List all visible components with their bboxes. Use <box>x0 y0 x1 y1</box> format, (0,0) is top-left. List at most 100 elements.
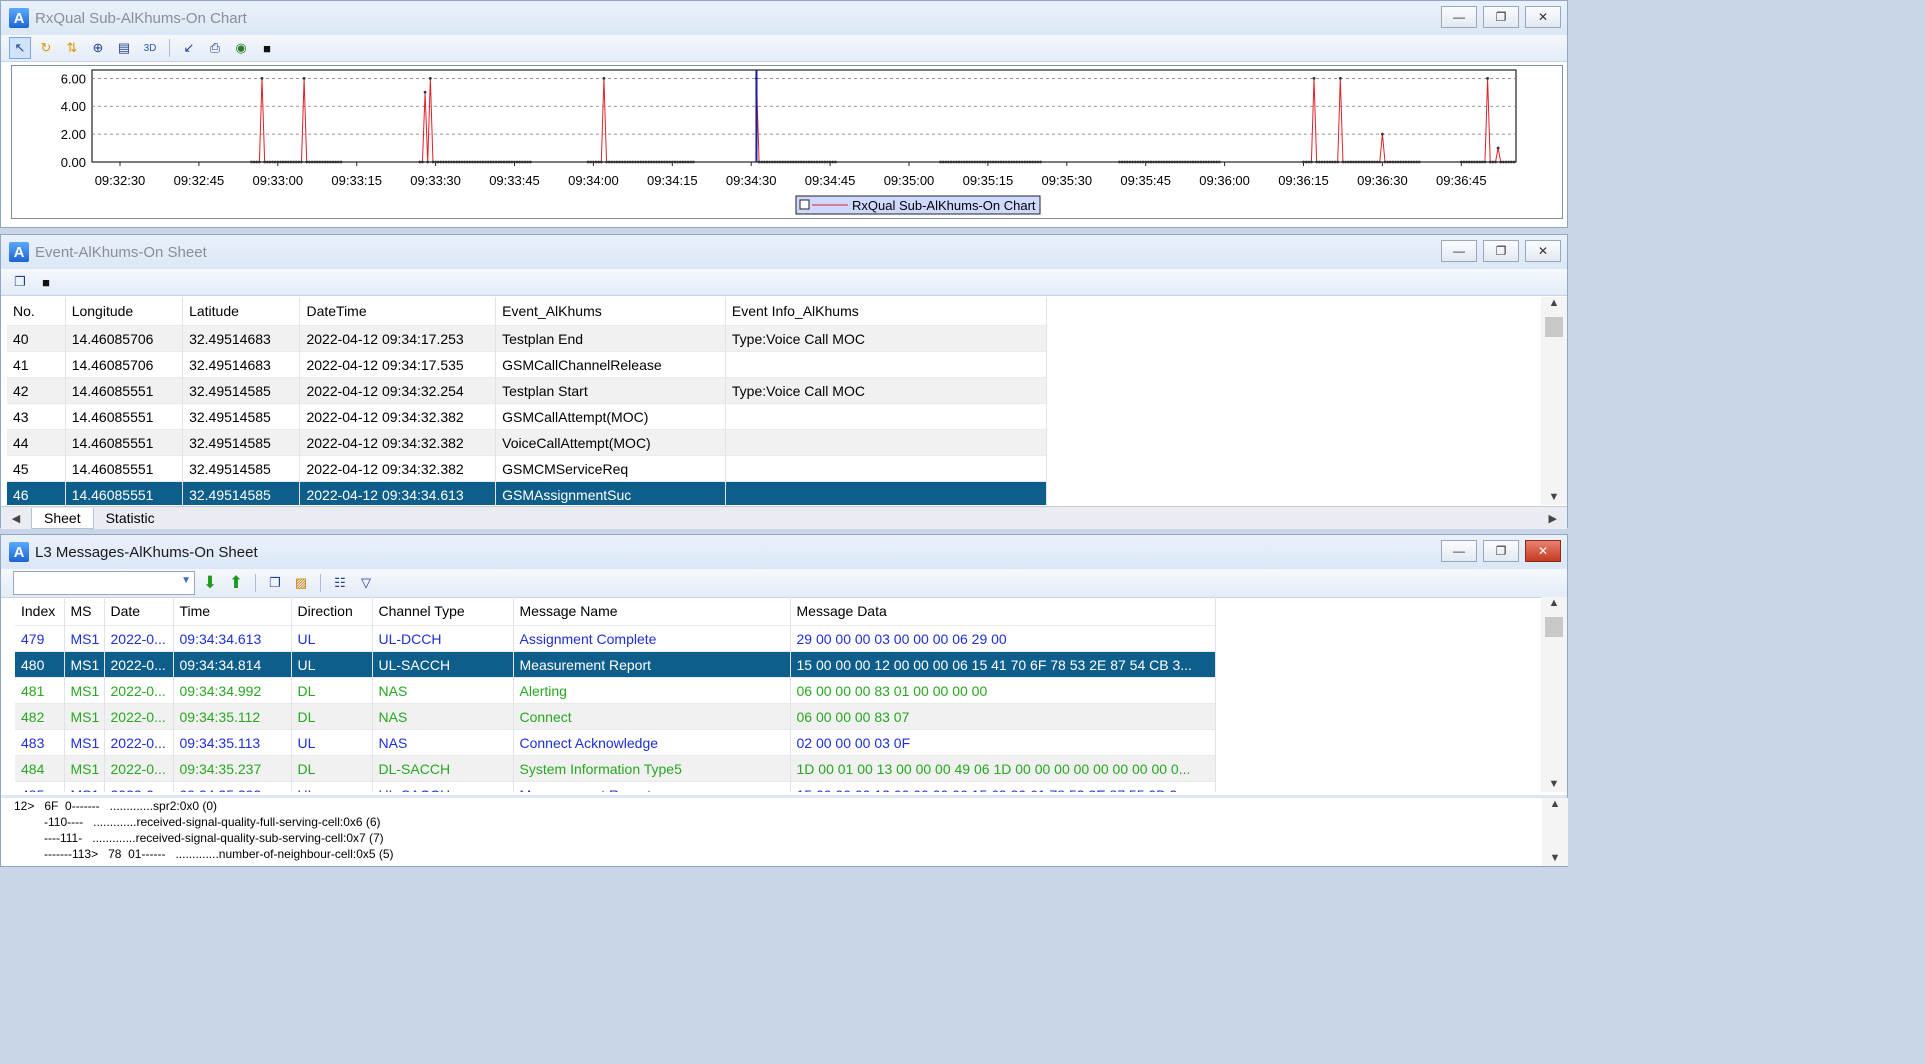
column-header[interactable]: Index <box>15 597 65 626</box>
table-row[interactable]: 41 14.46085706 32.49514683 2022-04-12 09:34… <box>7 351 1048 378</box>
chart-window-titlebar[interactable]: A RxQual Sub-AlKhums-On Chart — ❐ ✕ <box>1 1 1567 35</box>
cell-ch: UL-SACCH <box>372 781 514 792</box>
table-row[interactable]: 44 14.46085551 32.49514585 2022-04-12 09:34… <box>7 429 1048 456</box>
column-header[interactable]: No. <box>7 297 66 326</box>
x-tick-label: 09:36:00 <box>1199 173 1250 188</box>
message-decode-pane[interactable]: 12> 6F 0------- .............spr2:0x0 (0… <box>14 798 1534 866</box>
cell-ch: UL-SACCH <box>372 651 514 678</box>
column-header[interactable]: MS <box>64 597 105 626</box>
pointer-icon[interactable]: ↖ <box>9 37 31 59</box>
table-row[interactable]: 482 MS1 2022-0... 09:34:35.112 DL NAS Connect 0… <box>15 703 1216 730</box>
arrow-down-icon[interactable]: ⬇ <box>199 572 221 594</box>
arrow-up-icon[interactable]: ⬆ <box>225 572 247 594</box>
table-row[interactable]: 43 14.46085551 32.49514585 2022-04-12 09:34… <box>7 403 1048 430</box>
column-header[interactable]: DateTime <box>299 297 497 326</box>
export-icon[interactable]: ▨ <box>290 572 312 594</box>
data-point <box>1486 76 1489 80</box>
scroll-thumb[interactable] <box>1545 617 1563 637</box>
table-row[interactable]: 483 MS1 2022-0... 09:34:35.113 UL NAS Connect … <box>15 729 1216 756</box>
close-button[interactable]: ✕ <box>1525 540 1561 562</box>
scroll-up-icon[interactable]: ▲ <box>1541 297 1567 309</box>
x-tick-label: 09:33:30 <box>410 173 461 188</box>
table-row[interactable]: 480 MS1 2022-0... 09:34:34.814 UL UL-SACCH Mea… <box>15 651 1216 678</box>
minimize-button[interactable]: — <box>1441 540 1477 562</box>
x-tick-label: 09:32:30 <box>95 173 146 188</box>
tab-statistic[interactable]: Statistic <box>94 508 167 528</box>
save-icon[interactable]: ■ <box>256 37 278 59</box>
column-header[interactable]: Message Data <box>790 597 1216 626</box>
data-point <box>1491 160 1495 164</box>
cell-info <box>725 429 1048 456</box>
scroll-thumb[interactable] <box>1545 317 1563 337</box>
column-header[interactable]: Event Info_AlKhums <box>725 297 1048 326</box>
copy-icon[interactable]: ❐ <box>9 271 31 293</box>
print-icon[interactable]: ⎙ <box>204 37 226 59</box>
zoom-in-icon[interactable]: ⊕ <box>87 37 109 59</box>
l3-window-titlebar[interactable]: A L3 Messages-AlKhums-On Sheet — ❐ ✕ <box>1 535 1567 569</box>
chart-props-icon[interactable]: ↙ <box>178 37 200 59</box>
maximize-button[interactable]: ❐ <box>1483 540 1519 562</box>
minimize-button[interactable]: — <box>1441 240 1477 262</box>
column-header[interactable]: Time <box>173 597 292 626</box>
cell-info <box>725 351 1048 378</box>
minimize-button[interactable]: — <box>1441 6 1477 28</box>
pan-icon[interactable]: ⇅ <box>61 37 83 59</box>
table-row[interactable]: 40 14.46085706 32.49514683 2022-04-12 09:34… <box>7 325 1048 352</box>
table-row[interactable]: 42 14.46085551 32.49514585 2022-04-12 09:34… <box>7 377 1048 404</box>
chart-window: A RxQual Sub-AlKhums-On Chart — ❐ ✕ ↖ ↻ … <box>0 0 1568 228</box>
refresh-icon[interactable]: ↻ <box>35 37 57 59</box>
tab-scroll-left-icon[interactable]: ◀ <box>1 512 31 525</box>
table-row[interactable]: 45 14.46085551 32.49514585 2022-04-12 09:34… <box>7 455 1048 482</box>
data-point <box>1162 160 1166 164</box>
save-icon[interactable]: ■ <box>35 271 57 293</box>
tab-scroll-right-icon[interactable]: ▶ <box>1549 512 1557 525</box>
event-window-titlebar[interactable]: A Event-AlKhums-On Sheet — ❐ ✕ <box>1 235 1567 269</box>
x-tick-label: 09:32:45 <box>174 173 225 188</box>
chevron-down-icon[interactable]: ▼ <box>181 575 191 586</box>
scroll-up-icon[interactable]: ▲ <box>1542 798 1568 810</box>
close-button[interactable]: ✕ <box>1525 6 1561 28</box>
cell-dt: 2022-04-12 09:34:17.253 <box>299 325 497 352</box>
table-row[interactable]: 479 MS1 2022-0... 09:34:34.613 UL UL-DCCH Assi… <box>15 625 1216 652</box>
column-header[interactable]: Event_AlKhums <box>495 297 726 326</box>
cell-name: Measurement Report <box>513 781 791 792</box>
copy-icon[interactable]: ❐ <box>264 572 286 594</box>
scroll-down-icon[interactable]: ▼ <box>1542 852 1568 864</box>
cell-ch: UL-DCCH <box>372 625 514 652</box>
3d-button[interactable]: 3D <box>139 37 161 59</box>
search-combo[interactable]: ▼ <box>13 571 195 595</box>
data-point <box>297 160 301 164</box>
column-header[interactable]: Latitude <box>182 297 301 326</box>
decode-vertical-scrollbar[interactable]: ▲ ▼ <box>1542 798 1568 866</box>
filter-icon[interactable]: ▽ <box>355 572 377 594</box>
scroll-up-icon[interactable]: ▲ <box>1541 597 1567 609</box>
column-header[interactable]: Message Name <box>513 597 791 626</box>
maximize-button[interactable]: ❐ <box>1483 240 1519 262</box>
scroll-down-icon[interactable]: ▼ <box>1541 778 1567 790</box>
cell-data: 02 00 00 00 03 0F <box>790 729 1216 756</box>
palette-icon[interactable]: ◉ <box>230 37 252 59</box>
table-row[interactable]: 481 MS1 2022-0... 09:34:34.992 DL NAS Alerting… <box>15 677 1216 704</box>
close-button[interactable]: ✕ <box>1525 240 1561 262</box>
data-point <box>494 160 498 164</box>
column-header[interactable]: Date <box>104 597 174 626</box>
list-view-icon[interactable]: ☷ <box>329 572 351 594</box>
table-row[interactable]: 484 MS1 2022-0... 09:34:35.237 DL DL-SACCH Sys… <box>15 755 1216 782</box>
table-row[interactable]: 485MS12022-0...09:34:35.293ULUL-SACCHMea… <box>15 781 1216 792</box>
data-point <box>1183 160 1187 164</box>
column-header[interactable]: Longitude <box>65 297 184 326</box>
table-row[interactable]: 46 14.46085551 32.49514585 2022-04-12 09:34… <box>7 481 1048 505</box>
maximize-button[interactable]: ❐ <box>1483 6 1519 28</box>
data-point <box>1388 160 1392 164</box>
event-vertical-scrollbar[interactable]: ▲ ▼ <box>1541 297 1567 505</box>
legend[interactable]: RxQual Sub-AlKhums-On Chart <box>795 195 1041 215</box>
chart-area[interactable]: 6.00 4.00 2.00 0.00 09:32:30 09:32:45 09:33:00… <box>11 65 1563 219</box>
column-header[interactable]: Direction <box>291 597 373 626</box>
scroll-down-icon[interactable]: ▼ <box>1541 491 1567 503</box>
data-point <box>607 160 611 164</box>
legend-checkbox[interactable] <box>799 199 810 210</box>
l3-vertical-scrollbar[interactable]: ▲ ▼ <box>1541 597 1567 792</box>
tab-sheet[interactable]: Sheet <box>31 507 94 529</box>
page-icon[interactable]: ▤ <box>113 37 135 59</box>
column-header[interactable]: Channel Type <box>372 597 514 626</box>
